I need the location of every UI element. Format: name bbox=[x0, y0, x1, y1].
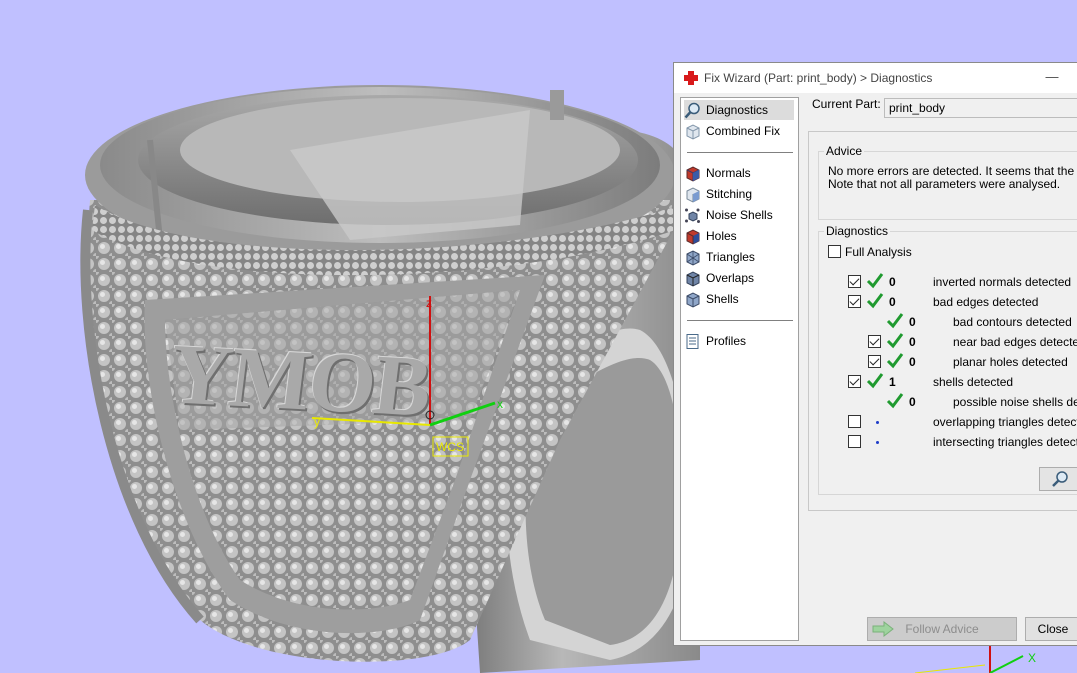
intersecting-triangles-label: intersecting triangles detected bbox=[933, 435, 1077, 449]
nav-item-shells[interactable]: Shells bbox=[684, 289, 794, 309]
bad-edges-count: 0 bbox=[889, 295, 896, 309]
inverted-normals-checkbox[interactable] bbox=[848, 275, 861, 288]
overlapping-triangles-checkbox[interactable] bbox=[848, 415, 861, 428]
ring-engraving: YMOB bbox=[164, 325, 436, 435]
diagnostics-title: Diagnostics bbox=[824, 224, 891, 238]
nav-label: Shells bbox=[706, 292, 739, 306]
planar-holes-count: 0 bbox=[909, 355, 916, 369]
follow-advice-label: Follow Advice bbox=[905, 622, 979, 636]
noise-shells-icon bbox=[685, 208, 700, 223]
nav-item-diagnostics[interactable]: Diagnostics bbox=[684, 100, 794, 120]
stitching-icon bbox=[686, 186, 700, 203]
nav-separator bbox=[687, 320, 793, 321]
nav-separator bbox=[687, 152, 793, 153]
y-axis-label: y bbox=[314, 415, 320, 429]
nav-item-stitching[interactable]: Stitching bbox=[684, 184, 794, 204]
nav-item-overlaps[interactable]: Overlaps bbox=[684, 268, 794, 288]
planar-holes-checkbox[interactable] bbox=[868, 355, 881, 368]
ok-check-icon bbox=[866, 373, 884, 389]
analyze-button[interactable] bbox=[1039, 467, 1077, 491]
overlapping-triangles-label: overlapping triangles detected bbox=[933, 415, 1077, 429]
bad-edges-checkbox[interactable] bbox=[848, 295, 861, 308]
ok-check-icon bbox=[866, 273, 884, 289]
nav-item-profiles[interactable]: Profiles bbox=[684, 331, 794, 351]
shells-label: shells detected bbox=[933, 375, 1014, 389]
shells-icon bbox=[686, 291, 700, 308]
triangles-icon bbox=[686, 249, 700, 266]
nav-item-normals[interactable]: Normals bbox=[684, 163, 794, 183]
close-button[interactable]: Close bbox=[1025, 617, 1077, 641]
wizard-nav: Diagnostics Combined Fix Normals Stitchi… bbox=[680, 97, 799, 641]
cube-icon bbox=[686, 123, 700, 140]
planar-holes-label: planar holes detected bbox=[953, 355, 1068, 369]
nav-label: Triangles bbox=[706, 250, 755, 264]
ok-check-icon bbox=[886, 353, 904, 369]
normals-icon bbox=[686, 165, 700, 182]
profiles-icon bbox=[686, 333, 699, 349]
z-axis-label: z bbox=[426, 296, 432, 310]
nav-label: Noise Shells bbox=[706, 208, 773, 222]
current-part-label: Current Part: bbox=[812, 97, 881, 111]
nav-item-triangles[interactable]: Triangles bbox=[684, 247, 794, 267]
ok-check-icon bbox=[886, 393, 904, 409]
near-bad-edges-checkbox[interactable] bbox=[868, 335, 881, 348]
bad-edges-label: bad edges detected bbox=[933, 295, 1039, 309]
nav-item-holes[interactable]: Holes bbox=[684, 226, 794, 246]
arrow-right-icon bbox=[872, 621, 894, 637]
shells-checkbox[interactable] bbox=[848, 375, 861, 388]
magnifier-icon bbox=[684, 102, 700, 118]
wcs-label: WCS bbox=[436, 440, 464, 454]
inverted-normals-label: inverted normals detected bbox=[933, 275, 1072, 289]
full-analysis-checkbox[interactable] bbox=[828, 245, 841, 258]
bad-contours-count: 0 bbox=[909, 315, 916, 329]
nav-label: Combined Fix bbox=[706, 124, 781, 138]
near-bad-edges-label: near bad edges detected bbox=[953, 335, 1077, 349]
noise-shells-label: possible noise shells detec bbox=[953, 395, 1077, 409]
advice-line-2: Note that not all parameters were analys… bbox=[828, 177, 1061, 191]
nav-label: Normals bbox=[706, 166, 751, 180]
holes-icon bbox=[686, 228, 700, 245]
pending-dot-icon bbox=[876, 441, 879, 444]
nav-label: Holes bbox=[706, 229, 737, 243]
overlaps-icon bbox=[686, 270, 700, 287]
follow-advice-button[interactable]: Follow Advice bbox=[867, 617, 1017, 641]
nav-item-combined-fix[interactable]: Combined Fix bbox=[684, 121, 794, 141]
minimize-button[interactable]: — bbox=[1042, 69, 1062, 84]
nav-label: Diagnostics bbox=[706, 103, 769, 117]
pending-dot-icon bbox=[876, 421, 879, 424]
close-label: Close bbox=[1037, 622, 1069, 636]
magnifier-icon bbox=[1052, 471, 1068, 487]
nav-label: Overlaps bbox=[706, 271, 755, 285]
ok-check-icon bbox=[886, 333, 904, 349]
red-cross-icon bbox=[684, 71, 698, 85]
nav-label: Stitching bbox=[706, 187, 753, 201]
advice-title: Advice bbox=[824, 144, 865, 158]
intersecting-triangles-checkbox[interactable] bbox=[848, 435, 861, 448]
near-bad-edges-count: 0 bbox=[909, 335, 916, 349]
ok-check-icon bbox=[886, 313, 904, 329]
shells-count: 1 bbox=[889, 375, 896, 389]
nav-item-noise-shells[interactable]: Noise Shells bbox=[684, 205, 794, 225]
bad-contours-label: bad contours detected bbox=[953, 315, 1072, 329]
nav-label: Profiles bbox=[706, 334, 747, 348]
noise-shells-count: 0 bbox=[909, 395, 916, 409]
current-part-field: print_body bbox=[884, 98, 1077, 118]
ok-check-icon bbox=[866, 293, 884, 309]
dialog-title: Fix Wizard (Part: print_body) > Diagnost… bbox=[704, 71, 933, 85]
fix-wizard-dialog: Fix Wizard (Part: print_body) > Diagnost… bbox=[673, 62, 1077, 646]
corner-x-axis-label: X bbox=[1028, 651, 1037, 665]
x-axis-label: x bbox=[497, 397, 503, 411]
inverted-normals-count: 0 bbox=[889, 275, 896, 289]
diagnostics-panel: Advice No more errors are detected. It s… bbox=[808, 131, 1077, 511]
title-bar[interactable]: Fix Wizard (Part: print_body) > Diagnost… bbox=[674, 63, 1077, 93]
full-analysis-label: Full Analysis bbox=[845, 245, 912, 259]
